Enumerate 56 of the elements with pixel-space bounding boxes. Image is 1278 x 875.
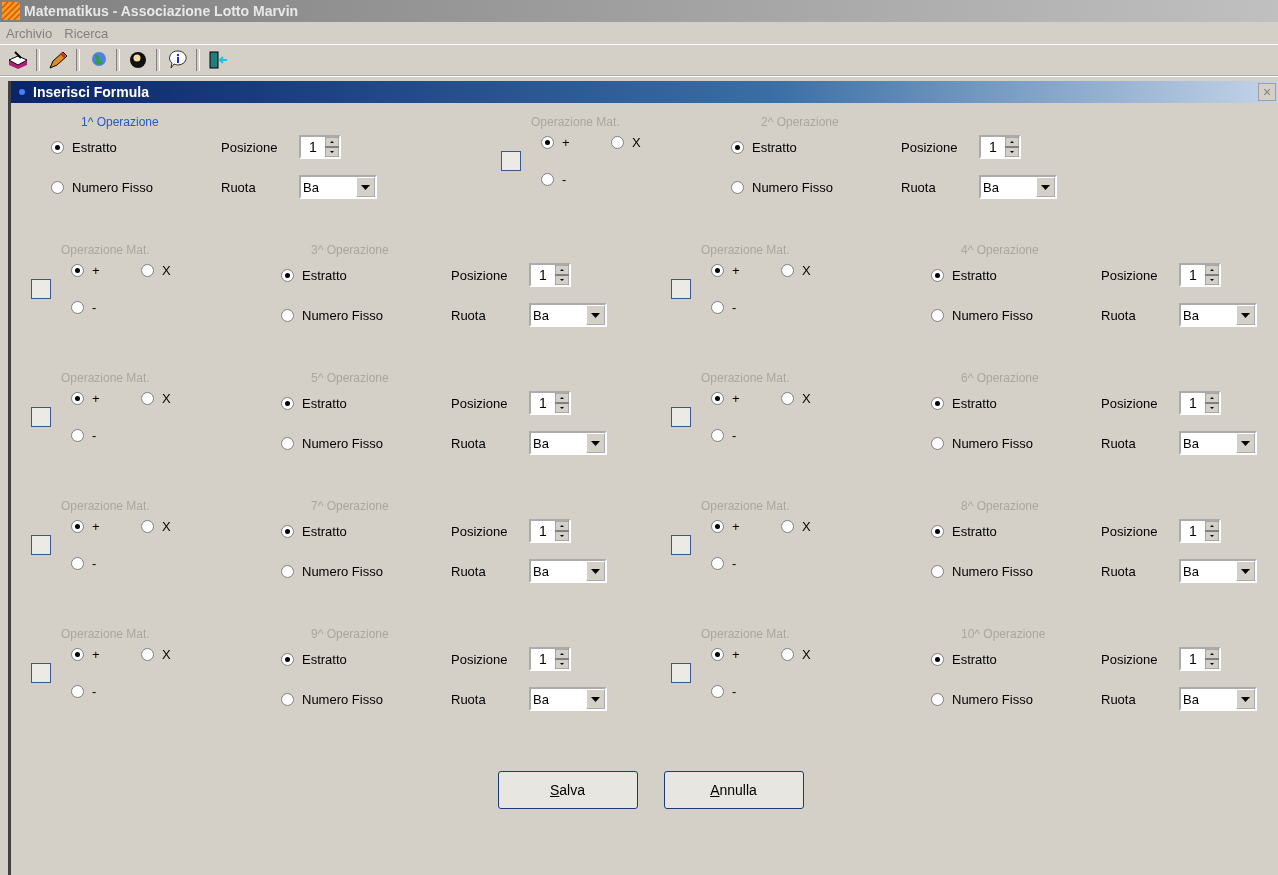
field-label: Posizione <box>1101 395 1159 411</box>
caret-icon <box>591 312 600 318</box>
info-icon <box>167 50 189 70</box>
caret-icon <box>361 184 370 190</box>
field-label: Posizione <box>221 139 279 155</box>
field-label: Ruota <box>451 307 487 323</box>
spin-arrows-icon[interactable] <box>1005 137 1019 157</box>
field-label: Posizione <box>901 139 959 155</box>
field-label: Posizione <box>451 651 509 667</box>
field-label: Posizione <box>1101 651 1159 667</box>
caret-icon <box>591 568 600 574</box>
field-label: Ruota <box>221 179 257 195</box>
spin-arrows-icon[interactable] <box>555 649 569 669</box>
group-heading: 1^ Operazione <box>81 115 159 129</box>
field-label: Ruota <box>1101 307 1137 323</box>
spin-arrows-icon[interactable] <box>325 137 339 157</box>
field-label: Posizione <box>451 523 509 539</box>
caret-icon <box>1041 184 1050 190</box>
field-label: Ruota <box>1101 435 1137 451</box>
spin-arrows-icon[interactable] <box>555 393 569 413</box>
dialog-button[interactable]: Salva <box>497 771 638 809</box>
field-label: Ruota <box>1101 563 1137 579</box>
spin-arrows-icon[interactable] <box>555 265 569 285</box>
spin-field[interactable]: 1 <box>299 135 341 159</box>
field-label: Posizione <box>451 395 509 411</box>
dropdown-field[interactable]: Ba <box>299 175 377 199</box>
field-label: Ruota <box>1101 691 1137 707</box>
radio-button[interactable]: Numero Fisso <box>51 179 153 195</box>
spin-arrows-icon[interactable] <box>1205 649 1219 669</box>
bullet-icon <box>19 89 25 95</box>
field-label: Ruota <box>451 563 487 579</box>
caret-icon <box>591 440 600 446</box>
caret-icon <box>591 696 600 702</box>
spin-arrows-icon[interactable] <box>555 521 569 541</box>
app-icon <box>2 2 20 20</box>
caret-icon <box>1241 696 1250 702</box>
tray-icon <box>7 50 29 70</box>
radio-button[interactable]: Estratto <box>51 139 117 155</box>
caret-icon <box>1241 312 1250 318</box>
window-title: Matematikus - Associazione Lotto Marvin <box>24 3 299 19</box>
dialog-button[interactable]: Annulla <box>663 771 804 809</box>
exit-door-icon <box>207 50 229 70</box>
field-label: Ruota <box>451 691 487 707</box>
spin-arrows-icon[interactable] <box>1205 521 1219 541</box>
spin-arrows-icon[interactable] <box>1205 393 1219 413</box>
caret-icon <box>1241 568 1250 574</box>
dialog-title: Inserisci Formula <box>33 84 150 100</box>
pencil-icon <box>47 50 69 70</box>
caret-icon <box>1241 440 1250 446</box>
field-label: Posizione <box>1101 267 1159 283</box>
field-label: Ruota <box>901 179 937 195</box>
ball-icon <box>127 50 149 70</box>
field-label: Posizione <box>1101 523 1159 539</box>
field-label: Posizione <box>451 267 509 283</box>
field-label: Ruota <box>451 435 487 451</box>
spin-arrows-icon[interactable] <box>1205 265 1219 285</box>
